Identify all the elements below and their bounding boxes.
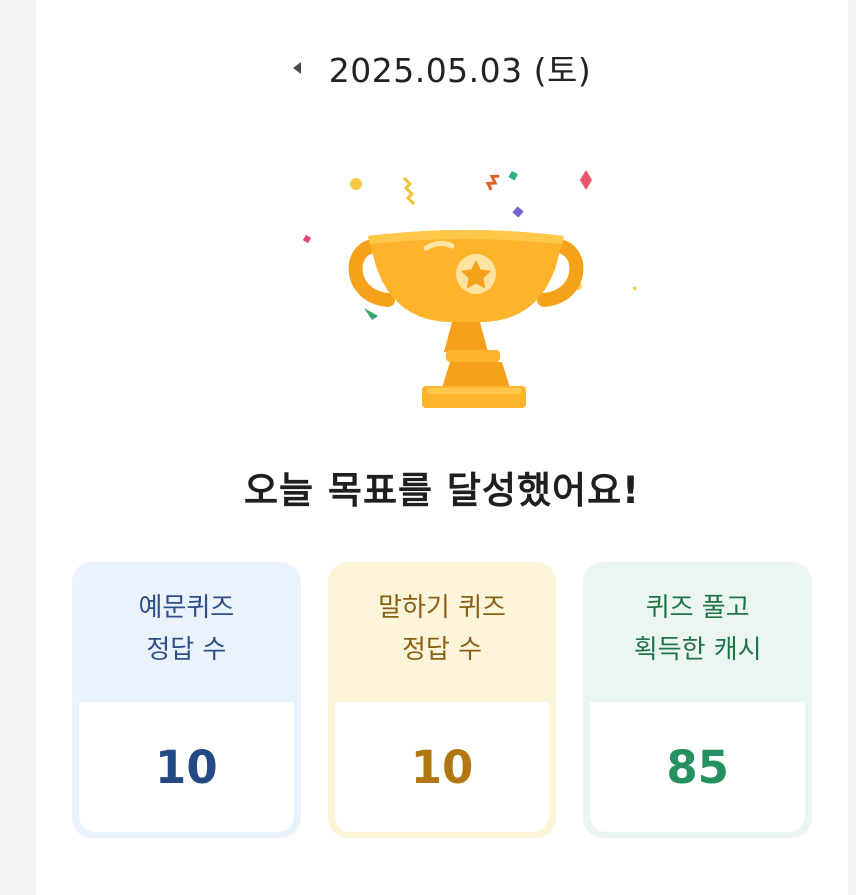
stats-row: 예문퀴즈 정답 수 10 말하기 퀴즈 정답 수 10 퀴즈 풀고 획득한 캐시… bbox=[72, 562, 813, 838]
confetti-piece bbox=[350, 178, 362, 190]
confetti-piece bbox=[580, 170, 592, 190]
confetti-piece bbox=[508, 170, 518, 181]
confetti-piece bbox=[512, 206, 524, 218]
confetti-piece bbox=[632, 280, 648, 294]
stat-card-example-quiz: 예문퀴즈 정답 수 10 bbox=[72, 562, 301, 838]
confetti-piece bbox=[302, 234, 312, 244]
stat-label-line: 말하기 퀴즈 bbox=[378, 593, 506, 623]
stat-label: 말하기 퀴즈 정답 수 bbox=[328, 562, 557, 696]
stat-value: 85 bbox=[590, 702, 806, 832]
stat-label: 예문퀴즈 정답 수 bbox=[72, 562, 301, 696]
confetti-piece bbox=[485, 174, 500, 191]
stat-value: 10 bbox=[79, 702, 294, 832]
confetti-piece bbox=[402, 176, 416, 206]
stat-value: 10 bbox=[334, 702, 550, 832]
date-label: 2025.05.03 (토) bbox=[328, 51, 592, 90]
goal-achieved-title: 오늘 목표를 달성했어요! bbox=[243, 469, 641, 512]
stat-label-line: 정답 수 bbox=[146, 635, 227, 665]
stat-label: 퀴즈 풀고 획득한 캐시 bbox=[583, 562, 812, 696]
goal-card: 2025.05.03 (토) 오늘 목표를 달성했어요! 예문퀴즈 정답 수 1… bbox=[36, 0, 848, 895]
date-navigator: 2025.05.03 (토) bbox=[36, 40, 848, 96]
trophy-icon bbox=[302, 170, 648, 408]
chevron-left-icon[interactable] bbox=[292, 62, 301, 74]
stat-label-line: 정답 수 bbox=[401, 635, 483, 665]
stat-label-line: 퀴즈 풀고 bbox=[645, 593, 750, 623]
stat-label-line: 획득한 캐시 bbox=[633, 635, 762, 665]
stat-card-earned-cash: 퀴즈 풀고 획득한 캐시 85 bbox=[583, 562, 813, 838]
stat-card-speaking-quiz: 말하기 퀴즈 정답 수 10 bbox=[327, 562, 557, 838]
confetti-piece bbox=[364, 308, 378, 320]
stat-label-line: 예문퀴즈 bbox=[138, 593, 235, 623]
trophy-illustration bbox=[256, 150, 648, 420]
